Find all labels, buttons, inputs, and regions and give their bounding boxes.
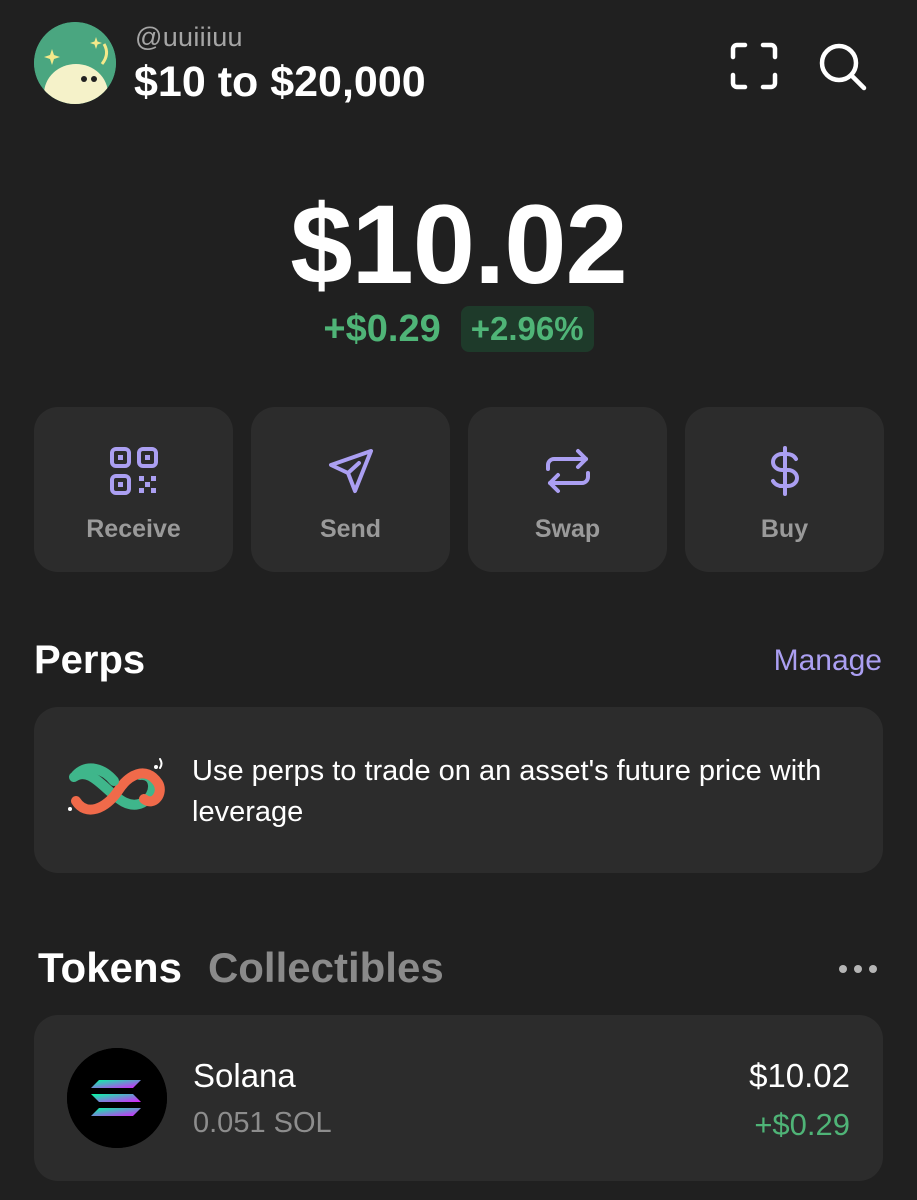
perps-card[interactable]: Use perps to trade on an asset's future … <box>34 707 883 873</box>
token-amount: 0.051 SOL <box>193 1107 332 1139</box>
token-name: Solana <box>193 1057 296 1094</box>
token-row-solana[interactable]: Solana 0.051 SOL $10.02 +$0.29 <box>34 1015 883 1181</box>
balance-change-amount: +$0.29 <box>323 307 441 350</box>
solana-logo <box>67 1048 167 1148</box>
tab-collectibles[interactable]: Collectibles <box>208 944 444 992</box>
more-dots-icon <box>839 965 877 973</box>
avatar[interactable] <box>34 22 116 104</box>
perps-loop-icon <box>68 758 165 815</box>
buy-button[interactable]: Buy <box>685 407 884 572</box>
solana-logo-icon <box>67 1048 167 1148</box>
balance-change: +$0.29 +2.96% <box>0 306 917 352</box>
perps-description: Use perps to trade on an asset's future … <box>192 755 822 828</box>
search-icon <box>819 43 867 91</box>
perps-title: Perps <box>34 638 146 682</box>
send-label: Send <box>319 515 382 543</box>
receive-label: Receive <box>86 515 181 543</box>
buy-label: Buy <box>760 515 809 543</box>
send-button[interactable]: Send <box>251 407 450 572</box>
swap-label: Swap <box>534 515 601 543</box>
action-buttons: Receive Send Swap Buy <box>34 407 884 572</box>
account-name[interactable]: $10 to $20,000 <box>134 58 426 107</box>
ghost-avatar-icon <box>34 22 116 104</box>
scan-button[interactable] <box>728 40 780 92</box>
token-value: $10.02 <box>749 1057 850 1094</box>
scan-icon <box>730 42 778 90</box>
manage-link[interactable]: Manage <box>774 644 882 678</box>
search-button[interactable] <box>814 38 870 94</box>
asset-tabs: Tokens Collectibles <box>38 944 444 992</box>
swap-button[interactable]: Swap <box>468 407 667 572</box>
total-balance: $10.02 <box>290 182 628 307</box>
balance-change-percent: +2.96% <box>460 306 594 352</box>
more-options-button[interactable] <box>836 958 880 980</box>
receive-button[interactable]: Receive <box>34 407 233 572</box>
username: @uuiiiuu <box>135 22 243 52</box>
qr-code-icon <box>109 447 158 495</box>
tab-tokens[interactable]: Tokens <box>38 944 182 992</box>
paper-plane-icon <box>328 449 373 493</box>
dollar-icon <box>770 446 799 496</box>
swap-arrows-icon <box>545 449 590 493</box>
token-change: +$0.29 <box>754 1107 850 1142</box>
